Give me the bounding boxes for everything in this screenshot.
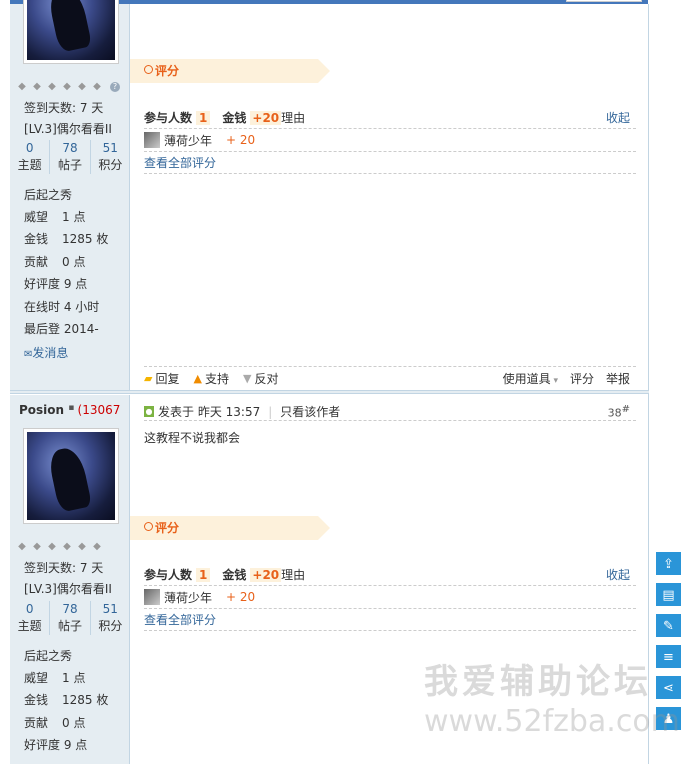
rater-score: + 20 bbox=[226, 590, 256, 604]
only-author-link[interactable]: 只看该作者 bbox=[280, 403, 340, 420]
rater-avatar[interactable] bbox=[144, 132, 160, 148]
avatar[interactable] bbox=[23, 428, 119, 524]
sign-days: 签到天数: 7 天 bbox=[24, 561, 104, 575]
post-time: 发表于 昨天 13:57 bbox=[158, 405, 261, 419]
gem-icon: ◆ bbox=[33, 541, 41, 552]
user-level: [LV.3]偶尔看看II bbox=[24, 582, 112, 596]
thumb-down-icon: ▼ bbox=[242, 372, 252, 385]
post-sidebar: Posion ▪ (13067 ◆ ◆ ◆ ◆ ◆ ◆ 签到天数: 7 天 [L… bbox=[10, 395, 130, 764]
gem-icon: ◆ bbox=[78, 81, 86, 92]
prop-money: 金钱 1285 枚 bbox=[24, 693, 109, 707]
rating-banner: 评分 bbox=[130, 516, 330, 540]
post-separator bbox=[10, 390, 649, 394]
prop-contribution: 贡献 0 点 bbox=[24, 255, 86, 269]
user-rank: 后起之秀 bbox=[24, 649, 73, 663]
rating-header: 参与人数 1 金钱 +20 理由 收起 bbox=[144, 564, 636, 586]
stat-threads[interactable]: 0 主题 bbox=[10, 140, 51, 174]
gem-icon: ◆ bbox=[18, 541, 26, 552]
rate-button[interactable]: 评分 bbox=[570, 370, 594, 387]
good-rate: 好评度 9 点 bbox=[24, 738, 88, 752]
avatar[interactable] bbox=[23, 0, 119, 64]
prop-prestige: 威望 1 点 bbox=[24, 671, 86, 685]
top-input-stub[interactable] bbox=[566, 0, 642, 2]
prop-contribution: 贡献 0 点 bbox=[24, 716, 86, 730]
rater-avatar[interactable] bbox=[144, 589, 160, 605]
stat-posts[interactable]: 78 帖子 bbox=[50, 140, 91, 174]
gem-icon: ◆ bbox=[48, 541, 56, 552]
stat-threads[interactable]: 0 主题 bbox=[10, 601, 51, 635]
collapse-link[interactable]: 收起 bbox=[606, 109, 630, 126]
user-stats: 0 主题 78 帖子 51 积分 bbox=[10, 601, 130, 635]
gem-icon: ◆ bbox=[63, 541, 71, 552]
watermark-title: 我爱辅助论坛 bbox=[424, 662, 652, 702]
rating-table: 参与人数 1 金钱 +20 理由 收起 薄荷少年 + 20 查看全部评分 bbox=[144, 564, 636, 631]
good-rate: 好评度 9 点 bbox=[24, 277, 88, 291]
rating-banner: 评分 bbox=[130, 59, 330, 83]
edit-icon[interactable]: ✎ bbox=[655, 613, 682, 638]
gem-icon: ◆ bbox=[63, 81, 71, 92]
prop-money: 金钱 1285 枚 bbox=[24, 232, 109, 246]
view-all-ratings-link[interactable]: 查看全部评分 bbox=[144, 613, 216, 627]
gem-icon: ◆ bbox=[93, 81, 101, 92]
post-content: 这教程不说我都会 bbox=[144, 431, 241, 445]
thread-container: ◆ ◆ ◆ ◆ ◆ ◆ ? 签到天数: 7 天 [LV.3]偶尔看看II 0 主题… bbox=[10, 0, 649, 764]
floor-number[interactable]: 38# bbox=[608, 404, 630, 420]
author-name[interactable]: Posion ▪ (13067 bbox=[19, 403, 120, 417]
rater-name[interactable]: 薄荷少年 bbox=[164, 589, 212, 606]
rating-table: 参与人数 1 金钱 +20 理由 收起 薄荷少年 + 20 查看全部评分 bbox=[144, 107, 636, 174]
support-button[interactable]: ▲ 支持 bbox=[193, 370, 228, 387]
last-login: 最后登 2014- bbox=[24, 322, 99, 336]
gem-icon: ◆ bbox=[93, 541, 101, 552]
post-meta: ● 发表于 昨天 13:57 | 只看该作者 38# bbox=[144, 403, 636, 421]
gem-icon: ◆ bbox=[48, 81, 56, 92]
user-level: [LV.3]偶尔看看II bbox=[24, 122, 112, 136]
medal-row: ◆ ◆ ◆ ◆ ◆ ◆ ? bbox=[16, 82, 120, 92]
gender-icon: ▪ bbox=[68, 403, 78, 413]
gem-icon: ◆ bbox=[33, 81, 41, 92]
online-status-icon: ● bbox=[144, 406, 154, 417]
menu-icon[interactable]: ≡ bbox=[655, 644, 682, 669]
use-tool-menu[interactable]: 使用道具 ▾ bbox=[503, 370, 558, 387]
share-icon[interactable]: ⋖ bbox=[655, 675, 682, 700]
stat-points[interactable]: 51 积分 bbox=[91, 601, 130, 635]
medal-row: ◆ ◆ ◆ ◆ ◆ ◆ bbox=[16, 542, 103, 552]
rating-row: 薄荷少年 + 20 bbox=[144, 586, 636, 609]
rating-header: 参与人数 1 金钱 +20 理由 收起 bbox=[144, 107, 636, 129]
post: ◆ ◆ ◆ ◆ ◆ ◆ ? 签到天数: 7 天 [LV.3]偶尔看看II 0 主题… bbox=[10, 0, 649, 390]
send-message-link[interactable]: ✉发消息 bbox=[24, 346, 68, 362]
sign-days: 签到天数: 7 天 bbox=[24, 101, 104, 115]
gem-icon: ◆ bbox=[18, 81, 26, 92]
user-rank: 后起之秀 bbox=[24, 188, 73, 202]
help-icon[interactable]: ? bbox=[110, 82, 120, 92]
rating-row: 薄荷少年 + 20 bbox=[144, 129, 636, 152]
watermark-url: www.52fzba.com bbox=[424, 704, 680, 739]
prop-prestige: 威望 1 点 bbox=[24, 210, 86, 224]
user-stats: 0 主题 78 帖子 51 积分 bbox=[10, 140, 130, 174]
rater-name[interactable]: 薄荷少年 bbox=[164, 132, 212, 149]
chevron-down-icon: ▾ bbox=[550, 376, 558, 386]
online-time: 在线时 4 小时 bbox=[24, 300, 100, 314]
rater-score: + 20 bbox=[226, 133, 256, 147]
oppose-button[interactable]: ▼ 反对 bbox=[243, 370, 278, 387]
back-to-top-icon[interactable]: ⇪ bbox=[655, 551, 682, 576]
stat-points[interactable]: 51 积分 bbox=[91, 140, 130, 174]
stat-posts[interactable]: 78 帖子 bbox=[50, 601, 91, 635]
reply-icon: ▰ bbox=[144, 372, 153, 385]
post-actions: ▰ 回复 ▲ 支持 ▼ 反对 使用道具 ▾ 评分 举报 bbox=[144, 366, 636, 390]
view-all-ratings-link[interactable]: 查看全部评分 bbox=[144, 156, 216, 170]
post-sidebar: ◆ ◆ ◆ ◆ ◆ ◆ ? 签到天数: 7 天 [LV.3]偶尔看看II 0 主题… bbox=[10, 0, 130, 390]
reply-button[interactable]: ▰ 回复 bbox=[144, 370, 179, 387]
collapse-link[interactable]: 收起 bbox=[606, 566, 630, 583]
list-icon[interactable]: ▤ bbox=[655, 582, 682, 607]
thumb-up-icon: ▲ bbox=[193, 372, 202, 385]
gem-icon: ◆ bbox=[78, 541, 86, 552]
report-button[interactable]: 举报 bbox=[606, 370, 630, 387]
